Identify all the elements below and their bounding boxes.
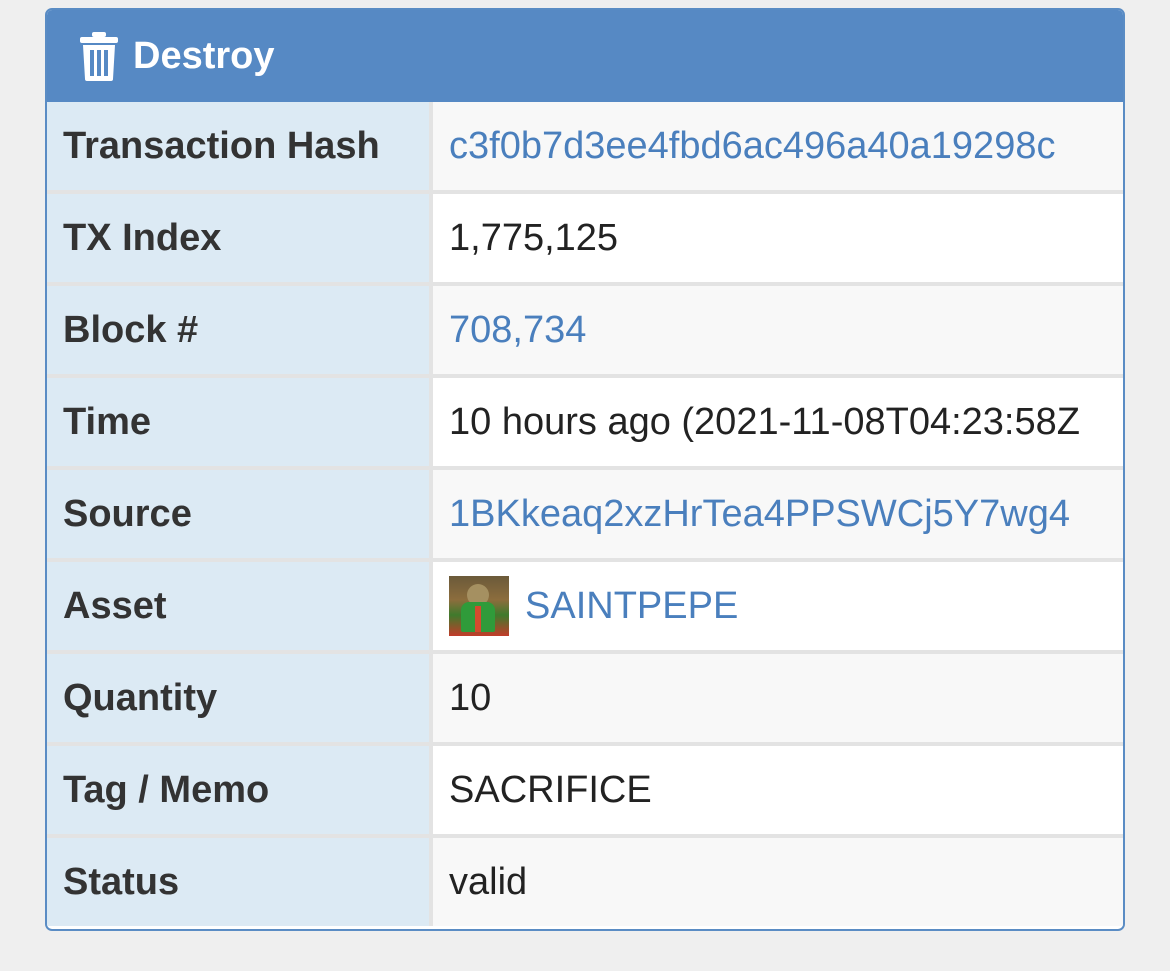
row-label: Block # (47, 282, 433, 376)
status-value: valid (431, 834, 1123, 926)
time-value: 10 hours ago (2021-11-08T04:23:58Z (431, 374, 1123, 468)
transaction-details-table: Transaction Hash c3f0b7d3ee4fbd6ac496a40… (47, 102, 1123, 926)
row-label: Source (47, 466, 433, 560)
row-label: TX Index (47, 190, 433, 284)
asset-link[interactable]: SAINTPEPE (525, 585, 738, 628)
panel-title: Destroy (133, 34, 275, 77)
row-tx-index: TX Index 1,775,125 (47, 190, 1123, 284)
row-source: Source 1BKkeaq2xzHrTea4PPSWCj5Y7wg4 (47, 466, 1123, 560)
row-label: Time (47, 374, 433, 468)
trash-icon (79, 31, 119, 81)
row-label: Transaction Hash (47, 102, 433, 192)
row-label: Status (47, 834, 433, 926)
row-transaction-hash: Transaction Hash c3f0b7d3ee4fbd6ac496a40… (47, 102, 1123, 192)
row-asset: Asset SAINTPEPE (47, 558, 1123, 652)
tx-index-value: 1,775,125 (431, 190, 1123, 284)
panel-header: Destroy (47, 10, 1123, 102)
transaction-hash-link[interactable]: c3f0b7d3ee4fbd6ac496a40a19298c (449, 125, 1055, 167)
row-tag-memo: Tag / Memo SACRIFICE (47, 742, 1123, 836)
row-status: Status valid (47, 834, 1123, 926)
row-label: Quantity (47, 650, 433, 744)
destroy-panel: Destroy Transaction Hash c3f0b7d3ee4fbd6… (45, 8, 1125, 931)
row-label: Asset (47, 558, 433, 652)
block-link[interactable]: 708,734 (449, 309, 586, 351)
row-quantity: Quantity 10 (47, 650, 1123, 744)
asset-thumbnail[interactable] (449, 576, 509, 636)
source-address-link[interactable]: 1BKkeaq2xzHrTea4PPSWCj5Y7wg4 (449, 493, 1070, 535)
row-block: Block # 708,734 (47, 282, 1123, 376)
quantity-value: 10 (431, 650, 1123, 744)
row-time: Time 10 hours ago (2021-11-08T04:23:58Z (47, 374, 1123, 468)
tag-memo-value: SACRIFICE (431, 742, 1123, 836)
row-label: Tag / Memo (47, 742, 433, 836)
